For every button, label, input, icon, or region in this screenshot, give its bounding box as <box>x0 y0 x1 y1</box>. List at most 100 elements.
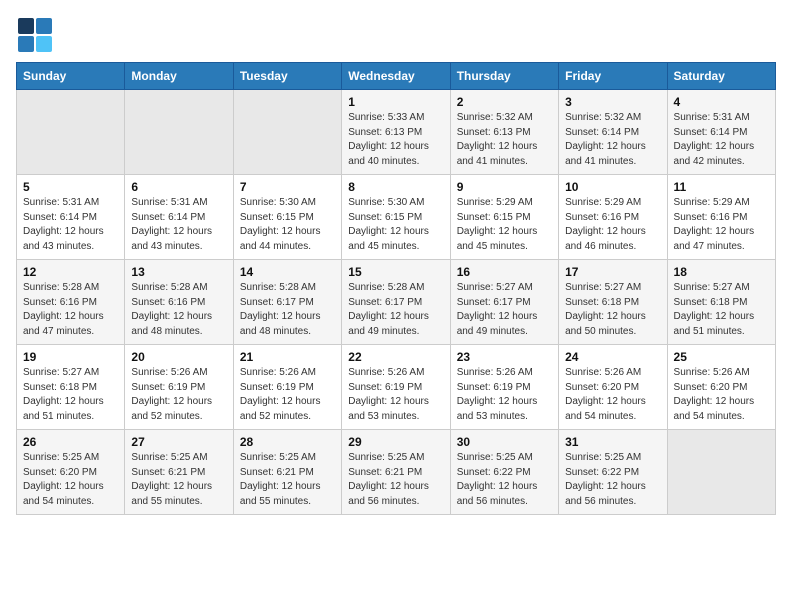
day-cell <box>233 90 341 175</box>
day-number: 6 <box>131 180 226 194</box>
day-info: Sunrise: 5:31 AM Sunset: 6:14 PM Dayligh… <box>23 196 118 254</box>
day-cell <box>667 430 775 515</box>
day-cell: 24 Sunrise: 5:26 AM Sunset: 6:20 PM Dayli… <box>559 345 667 430</box>
day-number: 12 <box>23 265 118 279</box>
day-cell <box>125 90 233 175</box>
day-cell: 8Sunrise: 5:30 AM Sunset: 6:15 PM Daylig… <box>342 175 450 260</box>
day-info: Sunrise: 5:26 AM Sunset: 6:19 PM Dayligh… <box>240 366 335 424</box>
day-info: Sunrise: 5:29 AM Sunset: 6:16 PM Dayligh… <box>674 196 769 254</box>
day-number: 16 <box>457 265 552 279</box>
day-info: Sunrise: 5:29 AM Sunset: 6:16 PM Dayligh… <box>565 196 660 254</box>
day-info: Sunrise: 5:25 AM Sunset: 6:21 PM Dayligh… <box>131 451 226 509</box>
day-cell: 23 Sunrise: 5:26 AM Sunset: 6:19 PM Dayli… <box>450 345 558 430</box>
day-info: Sunrise: 5:28 AM Sunset: 6:16 PM Dayligh… <box>131 281 226 339</box>
day-cell: 27 Sunrise: 5:25 AM Sunset: 6:21 PM Dayli… <box>125 430 233 515</box>
day-number: 18 <box>674 265 769 279</box>
day-info: Sunrise: 5:27 AM Sunset: 6:18 PM Dayligh… <box>23 366 118 424</box>
day-info: Sunrise: 5:31 AM Sunset: 6:14 PM Dayligh… <box>131 196 226 254</box>
day-number: 27 <box>131 435 226 449</box>
week-row-3: 12 Sunrise: 5:28 AM Sunset: 6:16 PM Dayli… <box>17 260 776 345</box>
day-info: Sunrise: 5:25 AM Sunset: 6:21 PM Dayligh… <box>348 451 443 509</box>
day-number: 31 <box>565 435 660 449</box>
day-info: Sunrise: 5:27 AM Sunset: 6:18 PM Dayligh… <box>674 281 769 339</box>
page-header <box>16 16 776 54</box>
day-cell: 2 Sunrise: 5:32 AM Sunset: 6:13 PM Daylig… <box>450 90 558 175</box>
day-cell: 4 Sunrise: 5:31 AM Sunset: 6:14 PM Daylig… <box>667 90 775 175</box>
day-cell: 7 Sunrise: 5:30 AM Sunset: 6:15 PM Daylig… <box>233 175 341 260</box>
day-cell: 31 Sunrise: 5:25 AM Sunset: 6:22 PM Dayli… <box>559 430 667 515</box>
day-number: 5 <box>23 180 118 194</box>
day-number: 10 <box>565 180 660 194</box>
day-info: Sunrise: 5:26 AM Sunset: 6:20 PM Dayligh… <box>565 366 660 424</box>
day-cell: 29 Sunrise: 5:25 AM Sunset: 6:21 PM Dayli… <box>342 430 450 515</box>
day-info: Sunrise: 5:28 AM Sunset: 6:17 PM Dayligh… <box>240 281 335 339</box>
day-info: Sunrise: 5:28 AM Sunset: 6:17 PM Dayligh… <box>348 281 443 339</box>
day-info: Sunrise: 5:32 AM Sunset: 6:13 PM Dayligh… <box>457 111 552 169</box>
day-cell: 20 Sunrise: 5:26 AM Sunset: 6:19 PM Dayli… <box>125 345 233 430</box>
day-number: 8 <box>348 180 443 194</box>
day-number: 13 <box>131 265 226 279</box>
day-cell: 9Sunrise: 5:29 AM Sunset: 6:15 PM Daylig… <box>450 175 558 260</box>
day-cell: 3Sunrise: 5:32 AM Sunset: 6:14 PM Daylig… <box>559 90 667 175</box>
day-number: 4 <box>674 95 769 109</box>
week-row-4: 19 Sunrise: 5:27 AM Sunset: 6:18 PM Dayli… <box>17 345 776 430</box>
day-number: 24 <box>565 350 660 364</box>
day-number: 30 <box>457 435 552 449</box>
day-cell <box>17 90 125 175</box>
day-number: 15 <box>348 265 443 279</box>
day-info: Sunrise: 5:27 AM Sunset: 6:18 PM Dayligh… <box>565 281 660 339</box>
day-info: Sunrise: 5:27 AM Sunset: 6:17 PM Dayligh… <box>457 281 552 339</box>
column-header-wednesday: Wednesday <box>342 63 450 90</box>
day-cell: 1 Sunrise: 5:33 AM Sunset: 6:13 PM Daylig… <box>342 90 450 175</box>
day-cell: 13 Sunrise: 5:28 AM Sunset: 6:16 PM Dayli… <box>125 260 233 345</box>
day-cell: 17 Sunrise: 5:27 AM Sunset: 6:18 PM Dayli… <box>559 260 667 345</box>
column-header-saturday: Saturday <box>667 63 775 90</box>
day-info: Sunrise: 5:25 AM Sunset: 6:22 PM Dayligh… <box>457 451 552 509</box>
column-header-sunday: Sunday <box>17 63 125 90</box>
day-cell: 11 Sunrise: 5:29 AM Sunset: 6:16 PM Dayli… <box>667 175 775 260</box>
day-number: 25 <box>674 350 769 364</box>
day-cell: 19 Sunrise: 5:27 AM Sunset: 6:18 PM Dayli… <box>17 345 125 430</box>
week-row-2: 5 Sunrise: 5:31 AM Sunset: 6:14 PM Daylig… <box>17 175 776 260</box>
week-row-1: 1 Sunrise: 5:33 AM Sunset: 6:13 PM Daylig… <box>17 90 776 175</box>
day-cell: 26Sunrise: 5:25 AM Sunset: 6:20 PM Dayli… <box>17 430 125 515</box>
day-cell: 10 Sunrise: 5:29 AM Sunset: 6:16 PM Dayli… <box>559 175 667 260</box>
day-cell: 15 Sunrise: 5:28 AM Sunset: 6:17 PM Dayli… <box>342 260 450 345</box>
day-number: 23 <box>457 350 552 364</box>
day-info: Sunrise: 5:26 AM Sunset: 6:19 PM Dayligh… <box>131 366 226 424</box>
logo <box>16 16 58 54</box>
day-info: Sunrise: 5:29 AM Sunset: 6:15 PM Dayligh… <box>457 196 552 254</box>
column-header-tuesday: Tuesday <box>233 63 341 90</box>
day-cell: 22 Sunrise: 5:26 AM Sunset: 6:19 PM Dayli… <box>342 345 450 430</box>
day-number: 29 <box>348 435 443 449</box>
day-number: 1 <box>348 95 443 109</box>
day-number: 20 <box>131 350 226 364</box>
day-info: Sunrise: 5:26 AM Sunset: 6:19 PM Dayligh… <box>457 366 552 424</box>
day-info: Sunrise: 5:30 AM Sunset: 6:15 PM Dayligh… <box>240 196 335 254</box>
day-cell: 14Sunrise: 5:28 AM Sunset: 6:17 PM Dayli… <box>233 260 341 345</box>
day-info: Sunrise: 5:28 AM Sunset: 6:16 PM Dayligh… <box>23 281 118 339</box>
day-number: 17 <box>565 265 660 279</box>
day-cell: 21 Sunrise: 5:26 AM Sunset: 6:19 PM Dayli… <box>233 345 341 430</box>
day-number: 22 <box>348 350 443 364</box>
day-cell: 18 Sunrise: 5:27 AM Sunset: 6:18 PM Dayli… <box>667 260 775 345</box>
column-header-monday: Monday <box>125 63 233 90</box>
day-number: 11 <box>674 180 769 194</box>
column-header-friday: Friday <box>559 63 667 90</box>
day-info: Sunrise: 5:25 AM Sunset: 6:21 PM Dayligh… <box>240 451 335 509</box>
day-cell: 28Sunrise: 5:25 AM Sunset: 6:21 PM Dayli… <box>233 430 341 515</box>
day-number: 21 <box>240 350 335 364</box>
day-info: Sunrise: 5:25 AM Sunset: 6:22 PM Dayligh… <box>565 451 660 509</box>
day-cell: 12 Sunrise: 5:28 AM Sunset: 6:16 PM Dayli… <box>17 260 125 345</box>
day-cell: 6 Sunrise: 5:31 AM Sunset: 6:14 PM Daylig… <box>125 175 233 260</box>
day-info: Sunrise: 5:26 AM Sunset: 6:19 PM Dayligh… <box>348 366 443 424</box>
header-row: SundayMondayTuesdayWednesdayThursdayFrid… <box>17 63 776 90</box>
day-number: 2 <box>457 95 552 109</box>
calendar-table: SundayMondayTuesdayWednesdayThursdayFrid… <box>16 62 776 515</box>
day-info: Sunrise: 5:31 AM Sunset: 6:14 PM Dayligh… <box>674 111 769 169</box>
day-number: 7 <box>240 180 335 194</box>
day-number: 26 <box>23 435 118 449</box>
day-cell: 16 Sunrise: 5:27 AM Sunset: 6:17 PM Dayli… <box>450 260 558 345</box>
day-info: Sunrise: 5:33 AM Sunset: 6:13 PM Dayligh… <box>348 111 443 169</box>
day-number: 19 <box>23 350 118 364</box>
